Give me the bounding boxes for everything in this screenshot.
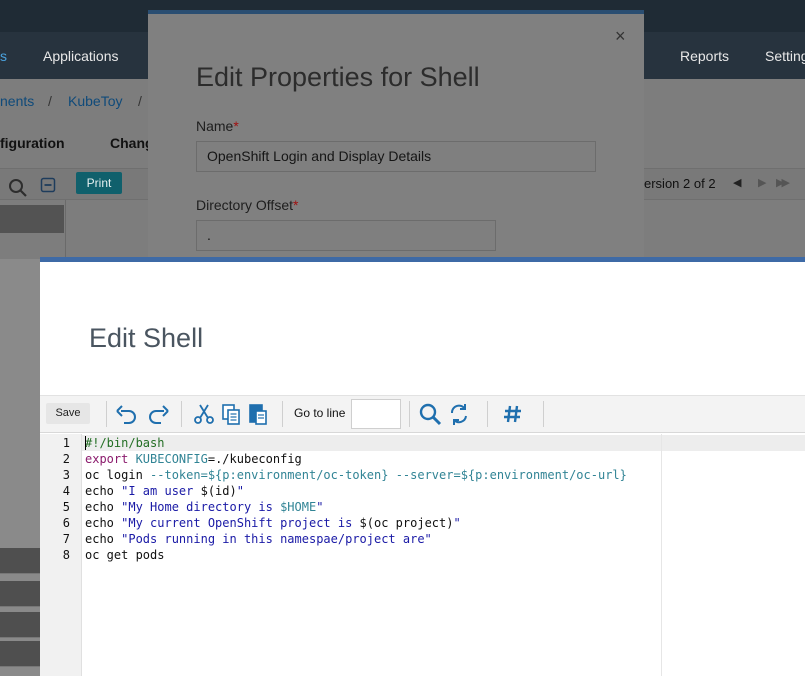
list-item[interactable] <box>0 581 40 607</box>
goto-line-input[interactable] <box>351 399 401 429</box>
copy-icon[interactable] <box>218 401 244 427</box>
toolbar-separator <box>181 401 182 427</box>
close-icon[interactable]: × <box>615 26 626 47</box>
line-number: 2 <box>62 452 70 466</box>
list-item[interactable] <box>0 548 40 574</box>
print-margin <box>661 434 662 676</box>
directory-offset-field[interactable]: . <box>196 220 496 251</box>
code-line[interactable]: echo "My Home directory is $HOME" <box>85 500 323 514</box>
collapse-icon[interactable] <box>40 177 56 193</box>
code-line[interactable]: echo "My current OpenShift project is $(… <box>85 516 461 530</box>
code-line[interactable]: export KUBECONFIG=./kubeconfig <box>85 452 302 466</box>
search-icon[interactable] <box>417 401 443 427</box>
panel-divider[interactable] <box>65 200 66 260</box>
toolbar-separator <box>409 401 410 427</box>
save-button[interactable]: Save <box>46 403 90 424</box>
cut-icon[interactable] <box>191 401 217 427</box>
toolbar-separator <box>487 401 488 427</box>
list-item[interactable] <box>0 641 40 667</box>
code-line[interactable]: echo "Pods running in this namespae/proj… <box>85 532 432 546</box>
toolbar-separator <box>543 401 544 427</box>
print-button[interactable]: Print <box>76 172 122 194</box>
line-number: 5 <box>62 500 70 514</box>
required-marker: * <box>293 197 299 213</box>
line-number: 4 <box>62 484 70 498</box>
breadcrumb-separator: / <box>48 93 52 109</box>
line-number: 3 <box>62 468 70 482</box>
toolbar-separator <box>106 401 107 427</box>
hash-icon[interactable] <box>500 401 526 427</box>
breadcrumb-item-kubetoy[interactable]: KubeToy <box>68 93 122 109</box>
version-indicator: ersion 2 of 2 <box>644 176 716 191</box>
list-item[interactable] <box>0 612 40 638</box>
line-number: 7 <box>62 532 70 546</box>
nav-item-applications[interactable]: Applications <box>43 48 119 64</box>
properties-dialog-title: Edit Properties for Shell <box>196 62 480 92</box>
pager-last-button[interactable]: ▶▶ <box>776 176 790 189</box>
line-number: 6 <box>62 516 70 530</box>
name-field[interactable]: OpenShift Login and Display Details <box>196 141 596 172</box>
replace-icon[interactable] <box>446 401 472 427</box>
directory-offset-label: Directory Offset* <box>196 197 299 213</box>
text-cursor <box>85 436 86 450</box>
breadcrumb-item[interactable]: nents <box>0 93 34 109</box>
redo-icon[interactable] <box>145 401 171 427</box>
nav-item-settings[interactable]: Setting <box>765 48 805 64</box>
code-line[interactable]: oc login --token=${p:environment/oc-toke… <box>85 468 627 482</box>
tree-selected-row[interactable] <box>0 205 64 233</box>
undo-icon[interactable] <box>114 401 140 427</box>
line-number: 1 <box>62 436 70 450</box>
code-line[interactable]: echo "I am user $(id)" <box>85 484 244 498</box>
code-line[interactable]: oc get pods <box>85 548 164 562</box>
nav-item-active[interactable]: s <box>0 48 7 64</box>
code-line[interactable]: #!/bin/bash <box>85 436 164 450</box>
goto-line-label: Go to line <box>294 406 346 420</box>
required-marker: * <box>233 118 239 134</box>
toolbar-separator <box>282 401 283 427</box>
line-number: 8 <box>62 548 70 562</box>
active-line-highlight <box>82 435 805 451</box>
edit-shell-dialog <box>40 257 805 676</box>
shell-dialog-title: Edit Shell <box>89 323 204 353</box>
name-field-label: Name* <box>196 118 239 134</box>
tab-configuration[interactable]: figuration <box>0 135 65 151</box>
search-icon[interactable] <box>7 177 29 199</box>
pager-next-button[interactable]: ▶ <box>758 176 766 189</box>
nav-item-reports[interactable]: Reports <box>680 48 729 64</box>
paste-icon[interactable] <box>245 401 271 427</box>
pager-prev-button[interactable]: ◀ <box>733 176 741 189</box>
breadcrumb-separator: / <box>138 93 142 109</box>
